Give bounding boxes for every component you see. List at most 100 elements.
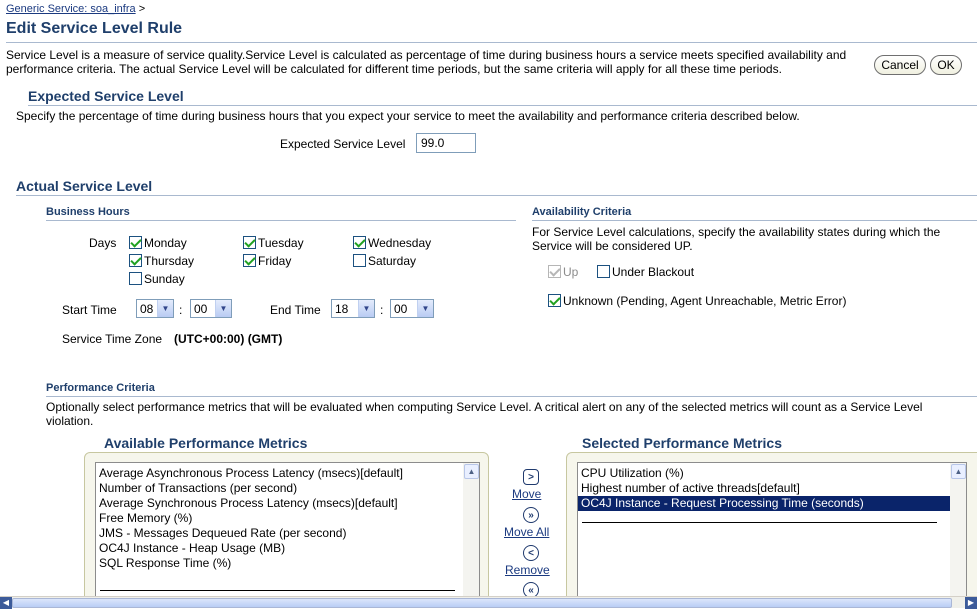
expected-service-level-input[interactable] bbox=[416, 133, 476, 153]
day-saturday[interactable]: Saturday bbox=[353, 254, 416, 268]
wednesday-checkbox[interactable] bbox=[353, 236, 366, 249]
expected-service-level-heading: Expected Service Level bbox=[28, 88, 184, 104]
page-title: Edit Service Level Rule bbox=[6, 20, 183, 37]
end-minute-select[interactable]: 00 ▼ bbox=[390, 299, 434, 318]
list-item[interactable]: CPU Utilization (%) bbox=[578, 466, 966, 481]
available-list-scrollbar[interactable]: ▲ bbox=[463, 463, 479, 596]
end-hour-value: 18 bbox=[335, 301, 349, 316]
up-label: Up bbox=[563, 265, 579, 279]
move-all-label[interactable]: Move All bbox=[504, 525, 549, 539]
service-time-zone-value: (UTC+00:00) (GMT) bbox=[174, 332, 283, 346]
chevron-down-icon: ▼ bbox=[417, 300, 433, 317]
friday-checkbox[interactable] bbox=[243, 254, 256, 267]
end-time-separator: : bbox=[380, 303, 384, 317]
end-hour-select[interactable]: 18 ▼ bbox=[331, 299, 375, 318]
available-metrics-panel: Average Asynchronous Process Latency (ms… bbox=[84, 452, 489, 602]
thursday-label: Thursday bbox=[144, 254, 195, 268]
availability-instructions: For Service Level calculations, specify … bbox=[532, 225, 941, 253]
start-time-label: Start Time bbox=[62, 303, 117, 317]
list-item-selected[interactable]: OC4J Instance - Request Processing Time … bbox=[578, 496, 966, 511]
actual-divider bbox=[16, 195, 977, 196]
wednesday-label: Wednesday bbox=[368, 236, 432, 250]
monday-label: Monday bbox=[144, 236, 187, 250]
day-wednesday[interactable]: Wednesday bbox=[353, 236, 431, 250]
remove-label[interactable]: Remove bbox=[505, 563, 550, 577]
scroll-up-icon[interactable]: ▲ bbox=[951, 464, 966, 479]
service-time-zone-label: Service Time Zone bbox=[62, 332, 163, 346]
ok-button[interactable]: OK bbox=[930, 55, 962, 75]
remove-icon[interactable]: < bbox=[523, 545, 539, 561]
sunday-checkbox[interactable] bbox=[129, 272, 142, 285]
chevron-down-icon: ▼ bbox=[358, 300, 374, 317]
move-all-link[interactable]: Move All bbox=[504, 525, 549, 539]
day-tuesday[interactable]: Tuesday bbox=[243, 236, 304, 250]
chevron-down-icon: ▼ bbox=[215, 300, 231, 317]
list-item[interactable]: Average Asynchronous Process Latency (ms… bbox=[96, 466, 479, 481]
move-link[interactable]: Move bbox=[512, 487, 541, 501]
start-hour-value: 08 bbox=[140, 301, 154, 316]
list-item[interactable]: OC4J Instance - Heap Usage (MB) bbox=[96, 541, 479, 556]
availability-criteria-heading: Availability Criteria bbox=[532, 206, 632, 218]
day-sunday[interactable]: Sunday bbox=[129, 272, 185, 286]
list-item[interactable]: Number of Transactions (per second) bbox=[96, 481, 479, 496]
remove-link[interactable]: Remove bbox=[505, 563, 550, 577]
move-icon[interactable]: > bbox=[523, 469, 539, 485]
chevron-down-icon: ▼ bbox=[157, 300, 173, 317]
breadcrumb-link-generic-service[interactable]: Generic Service: soa_infra bbox=[6, 3, 136, 15]
available-metrics-heading: Available Performance Metrics bbox=[104, 435, 308, 451]
tuesday-checkbox[interactable] bbox=[243, 236, 256, 249]
days-label: Days bbox=[89, 236, 117, 250]
scroll-up-icon[interactable]: ▲ bbox=[464, 464, 479, 479]
under-blackout-checkbox[interactable] bbox=[597, 265, 610, 278]
end-minute-value: 00 bbox=[394, 301, 408, 316]
start-time-separator: : bbox=[179, 303, 183, 317]
list-item[interactable]: Highest number of active threads[default… bbox=[578, 481, 966, 496]
title-divider bbox=[6, 42, 977, 43]
list-divider bbox=[582, 522, 937, 523]
tuesday-label: Tuesday bbox=[258, 236, 304, 250]
page-description: Service Level is a measure of service qu… bbox=[6, 48, 847, 76]
under-blackout-label: Under Blackout bbox=[612, 265, 695, 279]
saturday-checkbox[interactable] bbox=[353, 254, 366, 267]
up-checkbox bbox=[548, 265, 561, 278]
list-item[interactable]: Free Memory (%) bbox=[96, 511, 479, 526]
day-friday[interactable]: Friday bbox=[243, 254, 291, 268]
day-thursday[interactable]: Thursday bbox=[129, 254, 194, 268]
expected-service-level-label: Expected Service Level bbox=[280, 137, 406, 151]
actual-service-level-heading: Actual Service Level bbox=[16, 178, 153, 194]
monday-checkbox[interactable] bbox=[129, 236, 142, 249]
availability-under-blackout[interactable]: Under Blackout bbox=[597, 265, 694, 279]
expected-divider bbox=[28, 105, 977, 106]
start-hour-select[interactable]: 08 ▼ bbox=[136, 299, 174, 318]
list-divider bbox=[100, 590, 455, 591]
thursday-checkbox[interactable] bbox=[129, 254, 142, 267]
list-item[interactable]: Average Synchronous Process Latency (mse… bbox=[96, 496, 479, 511]
performance-criteria-heading: Performance Criteria bbox=[46, 382, 155, 394]
business-hours-divider bbox=[46, 220, 516, 221]
friday-label: Friday bbox=[258, 254, 292, 268]
performance-divider bbox=[46, 396, 977, 397]
horizontal-scrollbar[interactable]: ◀ ▶ bbox=[0, 596, 977, 609]
end-time-label: End Time bbox=[270, 303, 321, 317]
start-minute-select[interactable]: 00 ▼ bbox=[190, 299, 232, 318]
move-label[interactable]: Move bbox=[512, 487, 541, 501]
breadcrumb: Generic Service: soa_infra > bbox=[6, 3, 145, 15]
saturday-label: Saturday bbox=[368, 254, 417, 268]
unknown-checkbox[interactable] bbox=[548, 294, 561, 307]
availability-unknown[interactable]: Unknown (Pending, Agent Unreachable, Met… bbox=[548, 294, 846, 308]
selected-metrics-list[interactable]: CPU Utilization (%) Highest number of ac… bbox=[577, 462, 967, 597]
list-item[interactable]: JMS - Messages Dequeued Rate (per second… bbox=[96, 526, 479, 541]
scroll-left-icon[interactable]: ◀ bbox=[0, 597, 12, 609]
scroll-right-icon[interactable]: ▶ bbox=[965, 597, 977, 609]
business-hours-heading: Business Hours bbox=[46, 206, 130, 218]
selected-list-scrollbar[interactable]: ▲ bbox=[950, 463, 966, 596]
expected-instructions: Specify the percentage of time during bu… bbox=[16, 109, 800, 123]
list-item[interactable]: SQL Response Time (%) bbox=[96, 556, 479, 571]
cancel-button[interactable]: Cancel bbox=[874, 55, 926, 75]
scrollbar-thumb[interactable] bbox=[12, 598, 952, 608]
move-all-icon[interactable]: » bbox=[523, 507, 539, 523]
available-metrics-list[interactable]: Average Asynchronous Process Latency (ms… bbox=[95, 462, 480, 597]
sunday-label: Sunday bbox=[144, 272, 185, 286]
day-monday[interactable]: Monday bbox=[129, 236, 187, 250]
availability-up: Up bbox=[548, 265, 578, 279]
